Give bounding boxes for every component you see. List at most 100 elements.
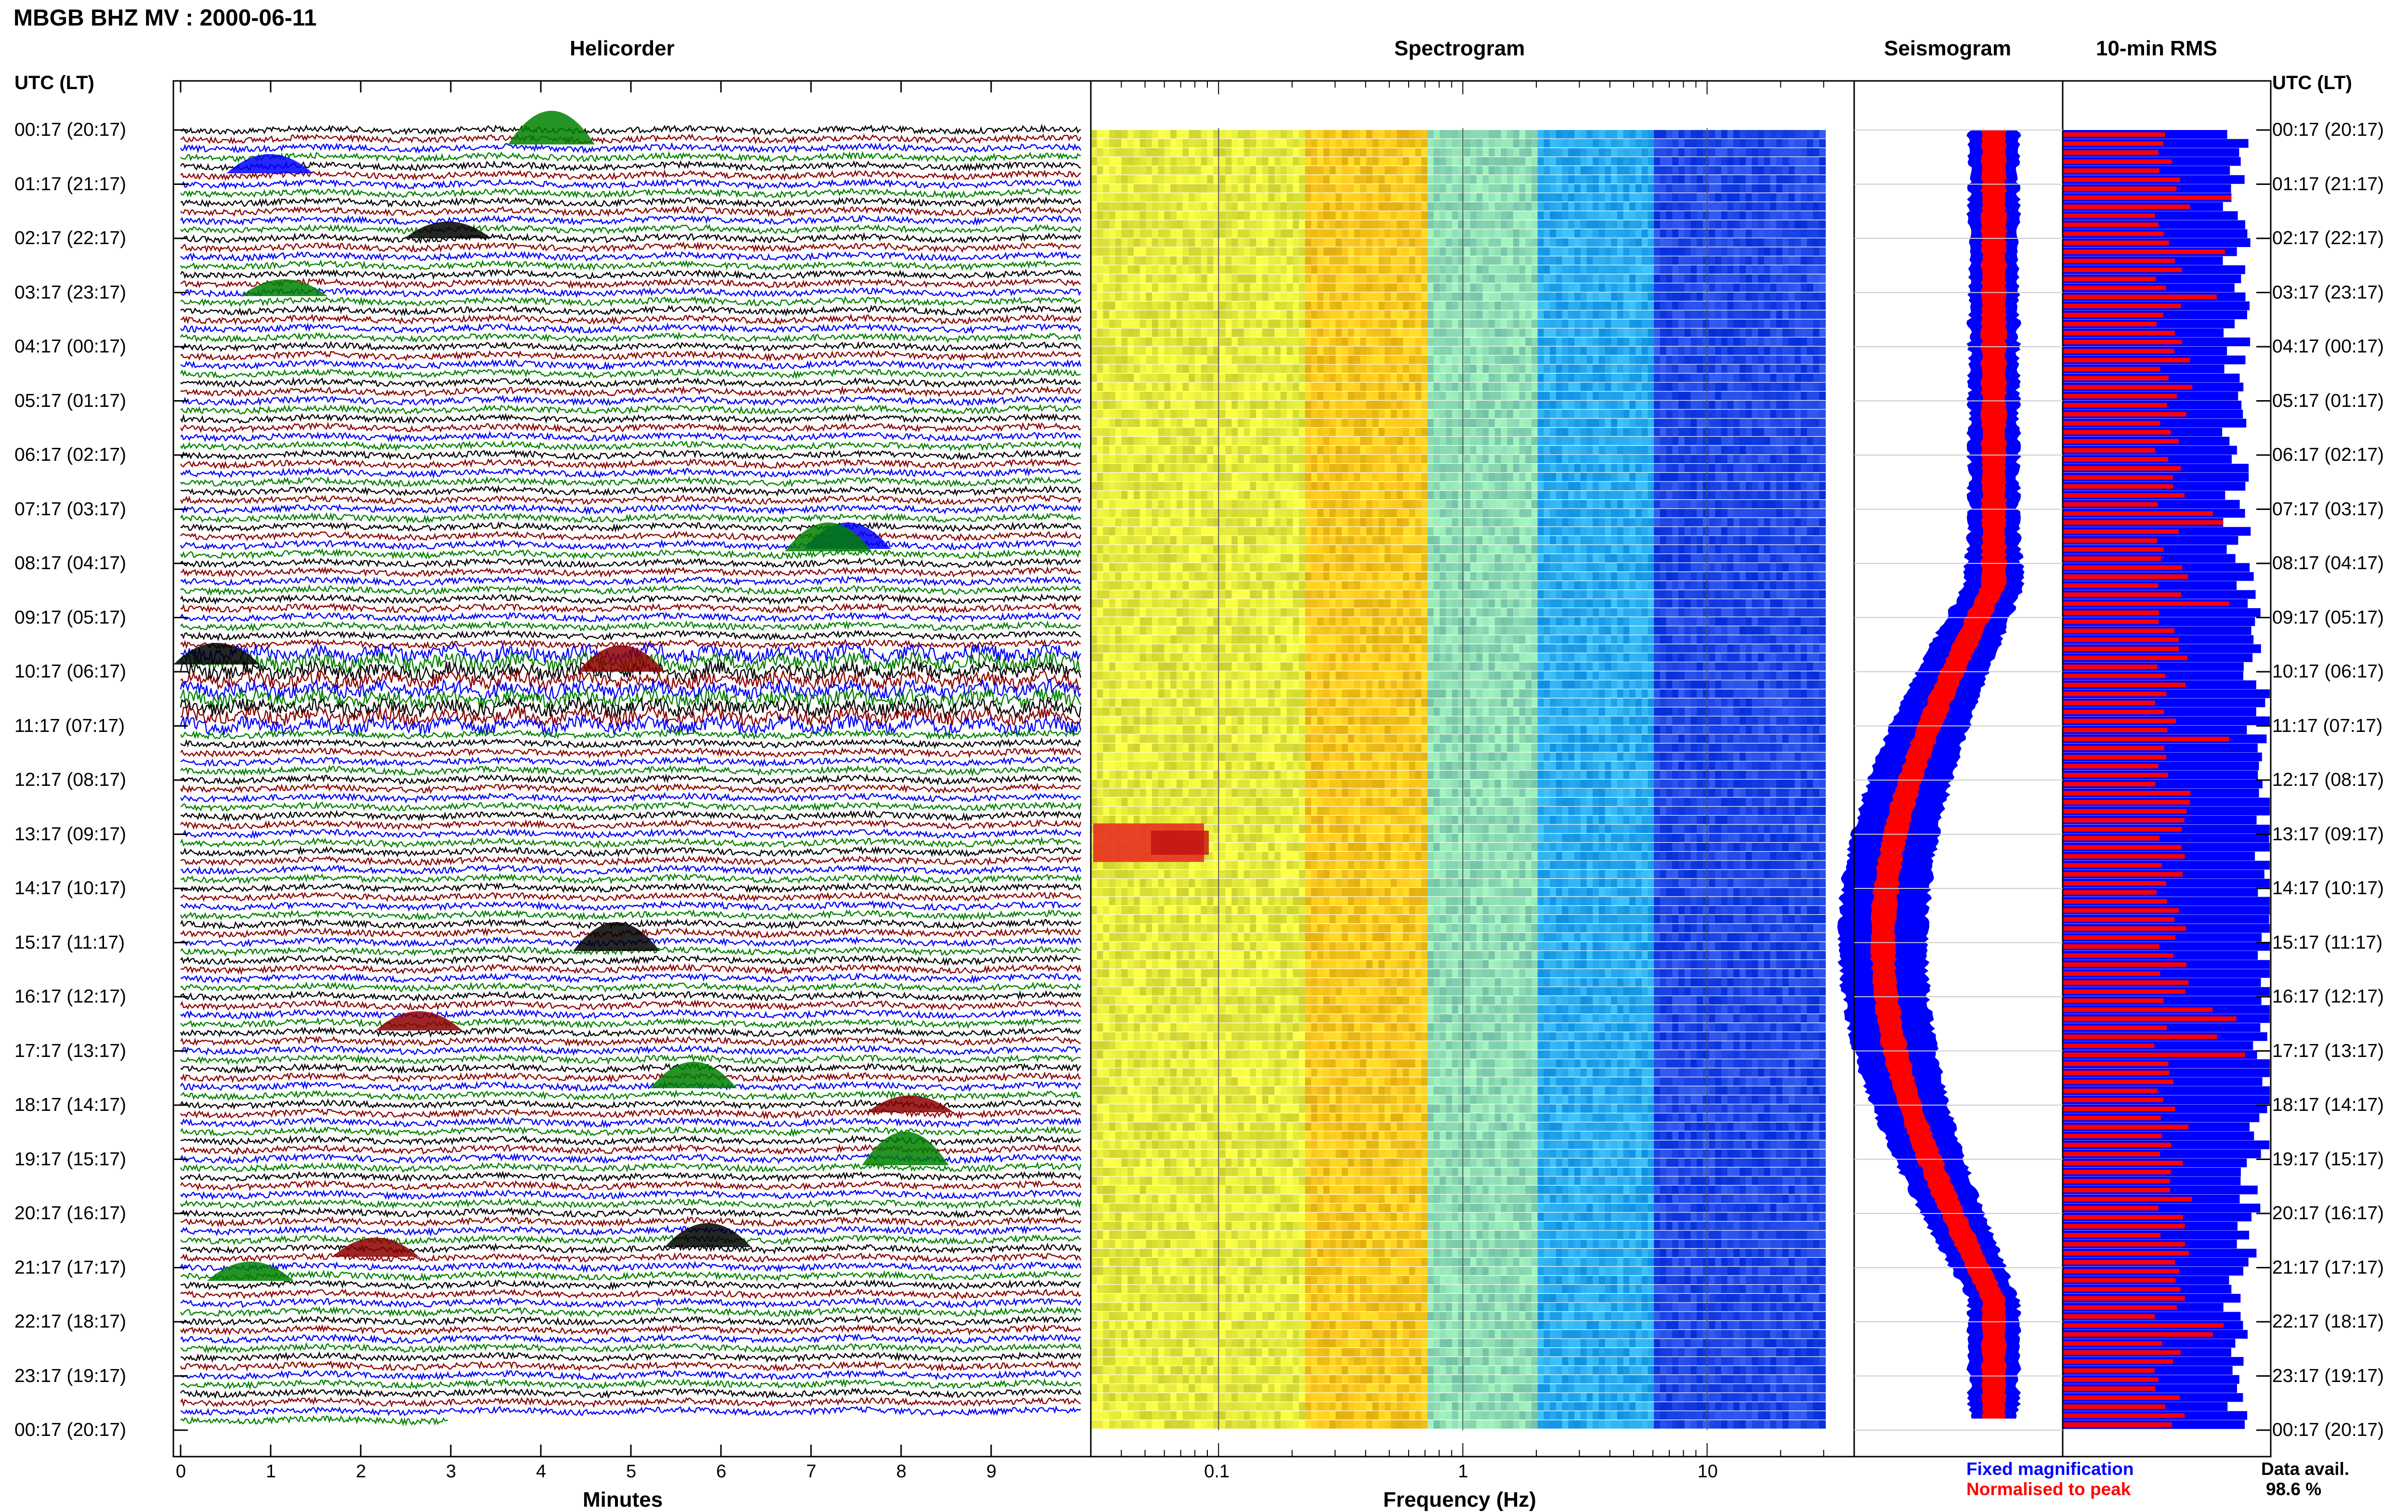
spectrogram-cell (1207, 311, 1214, 319)
spectrogram-cell (1342, 193, 1348, 202)
spectrogram-cell (1703, 148, 1710, 157)
spectrogram-cell (1727, 355, 1734, 364)
spectrogram-cell (1342, 184, 1348, 193)
spectrogram-cell (1238, 410, 1244, 418)
spectrogram-cell (1378, 157, 1385, 166)
spectrogram-cell (1690, 410, 1697, 418)
spectrogram-cell (1403, 130, 1410, 139)
spectrogram-cell (1256, 311, 1263, 319)
spectrogram-cell (1201, 428, 1208, 436)
spectrogram-cell (1495, 248, 1502, 256)
spectrogram-cell (1274, 284, 1281, 292)
spectrogram-cell (1305, 248, 1312, 256)
spectrogram-cell (1801, 284, 1807, 292)
spectrogram-cell (1323, 274, 1330, 283)
spectrogram-cell (1733, 284, 1740, 292)
spectrogram-cell (1415, 419, 1422, 428)
spectrogram-cell (1764, 464, 1771, 472)
spectrogram-cell (1360, 292, 1367, 301)
spectrogram-cell (1262, 211, 1269, 220)
spectrogram-cell (1819, 455, 1826, 464)
spectrogram-cell (1666, 391, 1673, 400)
spectrogram-cell (1470, 202, 1477, 211)
spectrogram-cell (1581, 464, 1587, 472)
spectrogram-cell (1801, 211, 1807, 220)
spectrogram-cell (1752, 175, 1759, 184)
spectrogram-cell (1317, 338, 1324, 346)
spectrogram-cell (1219, 401, 1226, 409)
spectrogram-cell (1134, 292, 1140, 301)
spectrogram-cell (1097, 320, 1104, 328)
spectrogram-cell (1311, 374, 1318, 382)
spectrogram-cell (1654, 229, 1661, 238)
spectrogram-cell (1317, 464, 1324, 472)
spectrogram-cell (1770, 365, 1777, 373)
spectrogram-cell (1623, 437, 1630, 445)
spectrogram-cell (1134, 365, 1140, 373)
spectrogram-cell (1519, 256, 1526, 265)
spectrogram-cell (1146, 211, 1152, 220)
spectrogram-cell (1501, 238, 1508, 247)
spectrogram-cell (1519, 482, 1526, 491)
spectrogram-cell (1452, 157, 1459, 166)
spectrogram-cell (1715, 473, 1722, 482)
spectrogram-cell (1281, 383, 1287, 391)
spectrogram-cell (1752, 311, 1759, 319)
spectrogram-cell (1183, 284, 1190, 292)
spectrogram-cell (1140, 455, 1147, 464)
spectrogram-cell (1746, 446, 1753, 455)
spectrogram-cell (1238, 320, 1244, 328)
spectrogram-cell (1103, 428, 1110, 436)
spectrogram-cell (1574, 410, 1581, 418)
spectrogram-cell (1795, 211, 1802, 220)
spectrogram-cell (1544, 482, 1550, 491)
spectrogram-cell (1366, 428, 1373, 436)
spectrogram-cell (1097, 455, 1104, 464)
spectrogram-cell (1378, 265, 1385, 274)
spectrogram-cell (1636, 139, 1642, 148)
spectrogram-cell (1122, 292, 1128, 301)
spectrogram-cell (1281, 238, 1287, 247)
spectrogram-cell (1256, 419, 1263, 428)
spectrogram-cell (1287, 446, 1294, 455)
spectrogram-cell (1495, 419, 1502, 428)
spectrogram-cell (1544, 274, 1550, 283)
spectrogram-cell (1152, 248, 1159, 256)
spectrogram-cell (1525, 446, 1532, 455)
spectrogram-cell (1709, 328, 1716, 337)
spectrogram-cell (1134, 274, 1140, 283)
spectrogram-cell (1709, 130, 1716, 139)
spectrogram-cell (1274, 220, 1281, 229)
spectrogram-cell (1550, 437, 1557, 445)
helicorder-trace (181, 261, 1081, 270)
spectrogram-cell (1421, 391, 1428, 400)
spectrogram-cell (1274, 292, 1281, 301)
spectrogram-cell (1391, 446, 1398, 455)
spectrogram-cell (1311, 491, 1318, 499)
spectrogram-cell (1262, 265, 1269, 274)
spectrogram-cell (1091, 202, 1098, 211)
spectrogram-cell (1244, 455, 1251, 464)
spectrogram-cell (1740, 175, 1746, 184)
spectrogram-cell (1146, 491, 1152, 499)
spectrogram-cell (1813, 220, 1820, 229)
spectrogram-cell (1568, 211, 1575, 220)
spectrogram-cell (1629, 238, 1636, 247)
spectrogram-cell (1599, 284, 1606, 292)
spectrogram-cell (1538, 374, 1544, 382)
spectrogram-cell (1703, 464, 1710, 472)
spectrogram-cell (1599, 383, 1606, 391)
spectrogram-cell (1495, 184, 1502, 193)
spectrogram-cell (1495, 166, 1502, 175)
spectrogram-cell (1311, 148, 1318, 157)
spectrogram-cell (1807, 401, 1814, 409)
spectrogram-cell (1752, 410, 1759, 418)
spectrogram-cell (1819, 292, 1826, 301)
spectrogram-cell (1183, 220, 1190, 229)
spectrogram-cell (1323, 446, 1330, 455)
spectrogram-cell (1342, 401, 1348, 409)
spectrogram-cell (1562, 130, 1569, 139)
spectrogram-cell (1470, 148, 1477, 157)
spectrogram-cell (1311, 292, 1318, 301)
spectrogram-cell (1177, 464, 1183, 472)
